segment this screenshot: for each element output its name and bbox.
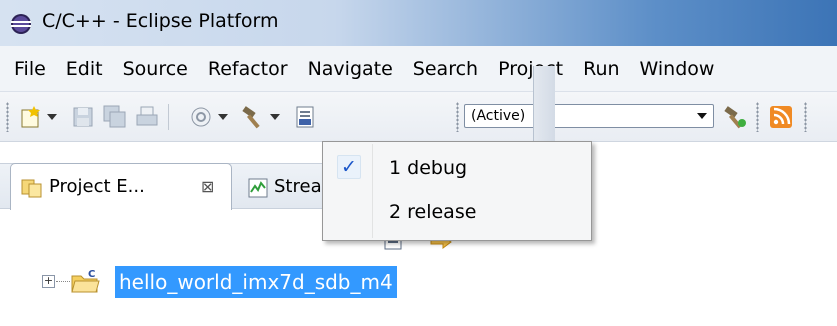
menu-window[interactable]: Window bbox=[632, 58, 727, 80]
menu-source[interactable]: Source bbox=[115, 58, 200, 80]
debug-config-icon[interactable] bbox=[188, 104, 214, 130]
menu-edit[interactable]: Edit bbox=[58, 58, 115, 80]
tab-project-explorer-label: Project E... bbox=[49, 176, 145, 197]
menu-navigate[interactable]: Navigate bbox=[300, 58, 405, 80]
menu-refactor[interactable]: Refactor bbox=[200, 58, 300, 80]
editor-area bbox=[555, 143, 837, 326]
menu-item-label: 1 debug bbox=[389, 157, 468, 179]
active-config-select[interactable]: (Active) bbox=[464, 104, 714, 128]
tree-connector bbox=[56, 281, 70, 282]
menu-bar: File Edit Source Refactor Navigate Searc… bbox=[0, 46, 837, 92]
chevron-down-icon bbox=[697, 113, 707, 119]
build-hammer-icon[interactable] bbox=[240, 104, 266, 130]
rss-icon[interactable] bbox=[768, 104, 794, 130]
toolbar-grip[interactable] bbox=[756, 102, 759, 132]
new-icon[interactable] bbox=[18, 104, 44, 130]
save-icon[interactable] bbox=[70, 104, 96, 130]
build-targets-icon[interactable] bbox=[722, 104, 748, 130]
toolbar-separator bbox=[168, 104, 169, 130]
new-dropdown-arrow[interactable] bbox=[47, 114, 57, 120]
project-explorer-icon bbox=[21, 179, 42, 198]
menu-item-label: 2 release bbox=[389, 201, 477, 223]
build-dropdown-arrow[interactable] bbox=[270, 114, 280, 120]
print-icon[interactable] bbox=[134, 104, 160, 130]
menu-file[interactable]: File bbox=[6, 58, 58, 80]
streams-icon bbox=[248, 178, 268, 198]
project-name[interactable]: hello_world_imx7d_sdb_m4 bbox=[115, 266, 397, 298]
build-config-menu: ✓ 1 debug 2 release bbox=[322, 141, 592, 241]
toolbar-grip[interactable] bbox=[804, 102, 807, 132]
binary-file-icon[interactable] bbox=[292, 104, 318, 130]
menu-item-release[interactable]: 2 release bbox=[325, 192, 589, 232]
window-title: C/C++ - Eclipse Platform bbox=[42, 10, 279, 32]
toolbar-grip[interactable] bbox=[6, 102, 9, 132]
menu-item-debug[interactable]: ✓ 1 debug bbox=[325, 148, 589, 188]
debug-dropdown-arrow[interactable] bbox=[218, 114, 228, 120]
expand-icon[interactable]: + bbox=[42, 275, 55, 288]
menu-search[interactable]: Search bbox=[405, 58, 490, 80]
c-project-folder-icon: C bbox=[71, 269, 100, 293]
save-all-icon[interactable] bbox=[102, 104, 128, 130]
tab-project-explorer[interactable]: Project E... ⊠ bbox=[10, 163, 232, 210]
menu-run[interactable]: Run bbox=[575, 58, 631, 80]
check-icon: ✓ bbox=[337, 155, 361, 179]
eclipse-icon bbox=[11, 14, 31, 34]
active-config-value: (Active) bbox=[471, 108, 526, 124]
title-bar: C/C++ - Eclipse Platform bbox=[0, 0, 837, 46]
toolbar-grip[interactable] bbox=[456, 102, 459, 132]
svg-text:C: C bbox=[88, 269, 95, 280]
close-icon[interactable]: ⊠ bbox=[201, 177, 214, 196]
main-toolbar: (Active) bbox=[0, 92, 837, 142]
